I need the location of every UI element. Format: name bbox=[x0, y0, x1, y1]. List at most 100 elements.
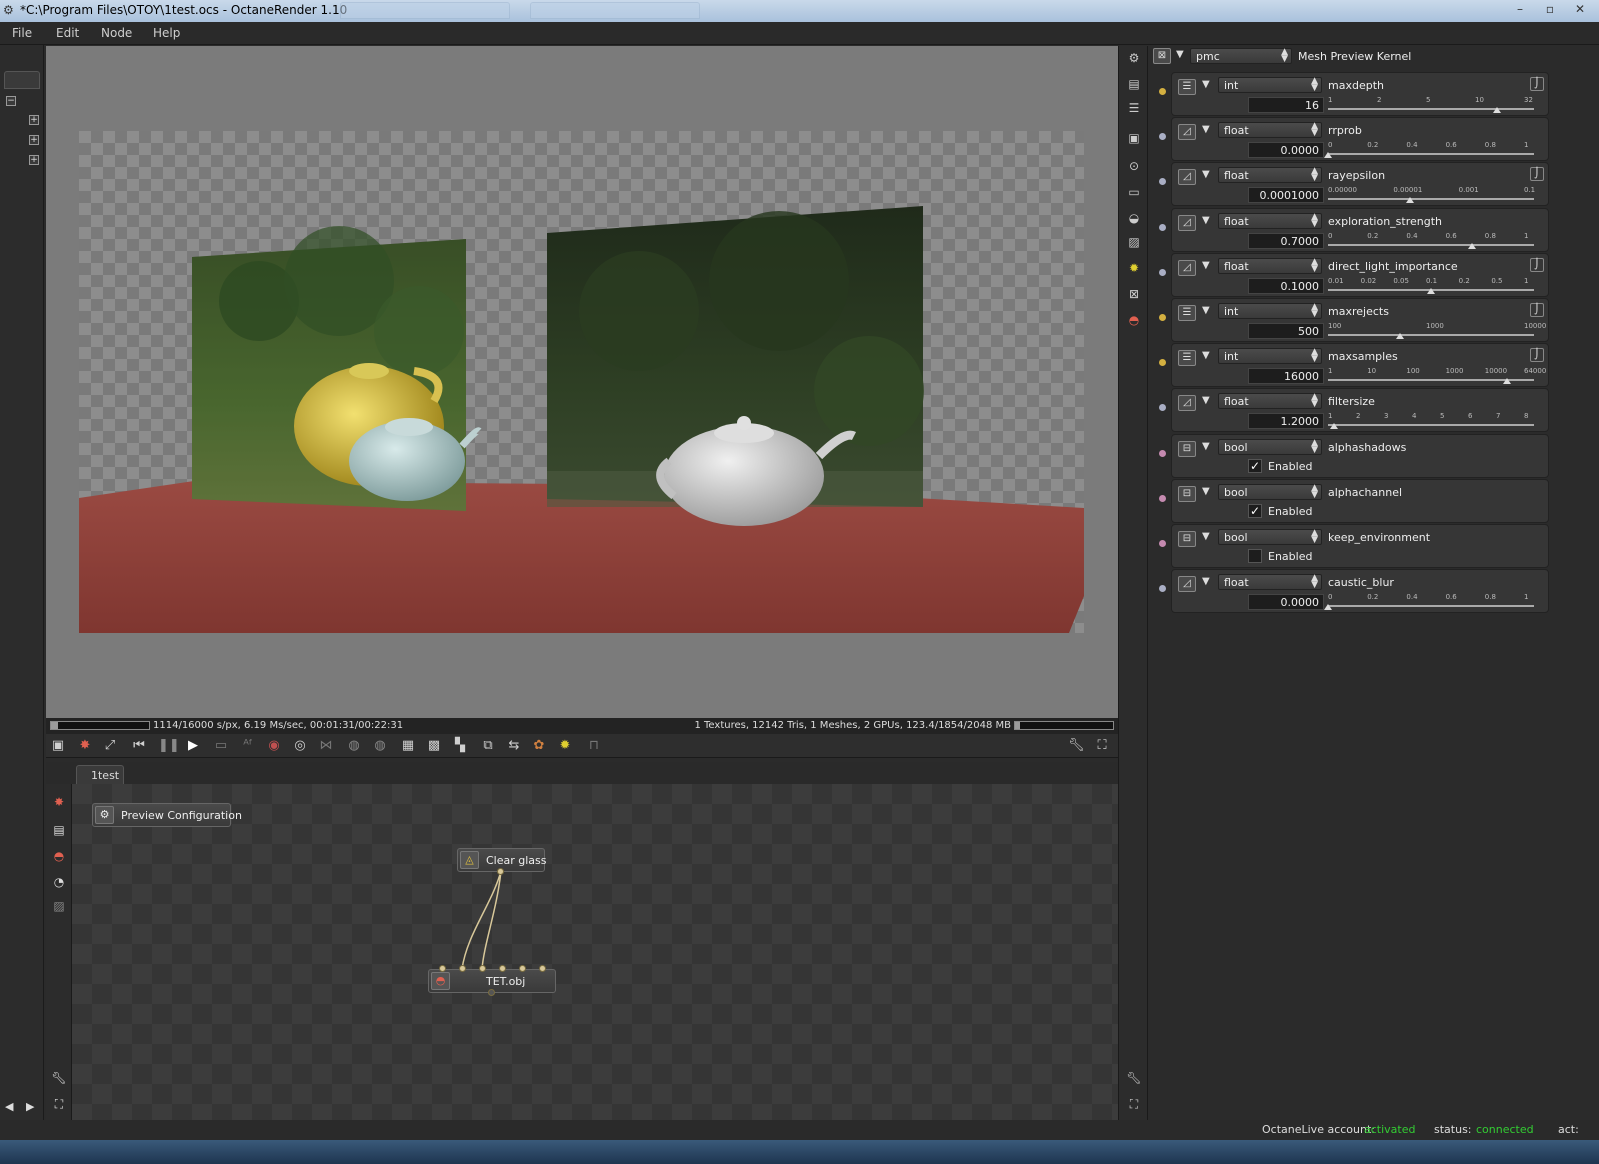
caustic_blur-slider[interactable]: 0 0.2 0.4 0.6 0.8 1 bbox=[1324, 593, 1534, 611]
rrprob-slider[interactable]: 0 0.2 0.4 0.6 0.8 1 bbox=[1324, 141, 1534, 159]
maxsamples-slider[interactable]: 1 10 100 1000 10000 64000 bbox=[1328, 367, 1546, 385]
render-viewport[interactable] bbox=[46, 46, 1118, 718]
fullscreen-icon[interactable]: ⛶ bbox=[1094, 738, 1110, 754]
play-icon[interactable]: ▶ bbox=[185, 738, 201, 754]
collapse-triangle-icon[interactable]: ▼ bbox=[1202, 169, 1210, 180]
output-pin[interactable] bbox=[497, 868, 504, 875]
render-target-icon[interactable]: ▤ bbox=[1126, 76, 1142, 92]
collapse-triangle-icon[interactable]: ▼ bbox=[1202, 576, 1210, 587]
type-select[interactable]: float ▲ ▼ bbox=[1218, 257, 1322, 274]
connection-dot[interactable] bbox=[1159, 88, 1166, 95]
pick-icon[interactable]: ⋈ bbox=[318, 738, 334, 754]
log-scale-icon[interactable]: ⌡ bbox=[1530, 77, 1544, 91]
collapse-triangle-icon[interactable]: ▼ bbox=[1202, 260, 1210, 271]
sun-icon[interactable]: ✹ bbox=[557, 738, 573, 754]
outliner-tab[interactable] bbox=[4, 71, 40, 89]
minimize-button[interactable]: – bbox=[1507, 1, 1533, 19]
rrprob-value-field[interactable]: 0.0000 bbox=[1248, 142, 1324, 159]
input-pin[interactable] bbox=[459, 965, 466, 972]
type-select[interactable]: bool ▲ ▼ bbox=[1218, 529, 1322, 545]
sun-icon[interactable]: ✹ bbox=[1126, 260, 1142, 276]
connection-dot[interactable] bbox=[1159, 404, 1166, 412]
collapse-triangle-icon[interactable]: ▼ bbox=[1202, 395, 1210, 406]
type-select[interactable]: float ▲ ▼ bbox=[1218, 393, 1322, 410]
slider-thumb[interactable] bbox=[1427, 287, 1435, 294]
log-scale-icon[interactable]: ⌡ bbox=[1530, 303, 1544, 317]
maxrejects-value-field[interactable]: 500 bbox=[1248, 323, 1324, 339]
slider-thumb[interactable] bbox=[1324, 604, 1332, 611]
exploration_strength-value-field[interactable]: 0.7000 bbox=[1248, 232, 1324, 249]
region-icon[interactable]: ▭ bbox=[213, 738, 229, 754]
wrench-icon[interactable]: 🔧︎ bbox=[1068, 738, 1085, 754]
type-select[interactable]: int ▲ ▼ bbox=[1218, 77, 1322, 93]
pause-icon[interactable]: ❚❚ bbox=[158, 738, 180, 754]
camera-target-icon[interactable]: ◎ bbox=[292, 738, 308, 754]
slider-thumb[interactable] bbox=[1492, 107, 1501, 113]
slider-thumb[interactable] bbox=[1468, 242, 1477, 249]
render-priority-icon[interactable]: ▦ bbox=[400, 738, 416, 754]
type-select[interactable]: bool ▲ ▼ bbox=[1218, 483, 1322, 500]
connection-dot[interactable] bbox=[1159, 449, 1166, 457]
material-icon[interactable]: ✿ bbox=[531, 738, 547, 754]
connection-dot[interactable] bbox=[1159, 359, 1166, 367]
maxrejects-slider[interactable]: 100 1000 10000 bbox=[1328, 322, 1546, 340]
input-pin[interactable] bbox=[439, 965, 446, 972]
close-button[interactable]: ✕ bbox=[1567, 1, 1593, 19]
input-pin[interactable] bbox=[539, 965, 546, 972]
collapse-triangle-icon[interactable]: ▼ bbox=[1202, 486, 1210, 497]
wrench-icon[interactable]: 🔧︎ bbox=[1126, 1070, 1142, 1086]
viewport-resolution-icon[interactable]: ▚ bbox=[452, 738, 468, 754]
lock-resolution-icon[interactable]: ◍ bbox=[346, 738, 362, 754]
film-settings-icon[interactable]: ☰ bbox=[1126, 100, 1142, 116]
copy-icon[interactable]: ⧉ bbox=[480, 738, 496, 754]
maxsamples-value-field[interactable]: 16000 bbox=[1248, 368, 1324, 385]
restart-icon[interactable]: ⏮ bbox=[131, 738, 147, 754]
input-pin[interactable] bbox=[479, 965, 486, 972]
node-graph-canvas[interactable]: ⚙ Preview Configuration ◬ Clear glass ◓ … bbox=[72, 784, 1118, 1120]
preview-configuration-node[interactable]: ⚙ Preview Configuration bbox=[92, 803, 242, 827]
camera-icon[interactable]: ◔ bbox=[51, 874, 67, 890]
kernel-icon[interactable]: ⚙ bbox=[1126, 50, 1142, 66]
connection-dot[interactable] bbox=[1159, 585, 1166, 593]
fullscreen-icon[interactable]: ⛶ bbox=[1126, 1096, 1142, 1112]
fullscreen-icon[interactable]: ⛶ bbox=[51, 1096, 67, 1112]
input-pin[interactable] bbox=[519, 965, 526, 972]
menu-help[interactable]: Help bbox=[153, 26, 180, 40]
stop-render-icon[interactable]: ✸ bbox=[77, 738, 93, 754]
recenter-icon[interactable]: ⤢ bbox=[102, 738, 118, 754]
type-select[interactable]: float ▲ ▼ bbox=[1218, 122, 1322, 139]
type-select[interactable]: float ▲ ▼ bbox=[1218, 574, 1322, 591]
collapse-triangle-icon[interactable]: ▼ bbox=[1202, 305, 1210, 316]
connection-dot[interactable] bbox=[1159, 494, 1166, 502]
caustic_blur-value-field[interactable]: 0.0000 bbox=[1248, 594, 1324, 611]
alphashadows-checkbox[interactable]: ✓ bbox=[1248, 458, 1262, 473]
connection-dot[interactable] bbox=[1159, 133, 1166, 141]
material-picker-icon[interactable]: ◉ bbox=[266, 738, 282, 754]
image-icon[interactable]: ▨ bbox=[1126, 234, 1142, 250]
filtersize-slider[interactable]: 1 2 3 4 5 6 7 8 bbox=[1328, 412, 1534, 430]
collapse-triangle-icon[interactable]: ▼ bbox=[1202, 124, 1210, 135]
mesh-icon[interactable]: ◓ bbox=[1126, 312, 1142, 328]
input-pin[interactable] bbox=[499, 965, 506, 972]
expand-button[interactable]: + bbox=[29, 135, 39, 145]
log-scale-icon[interactable]: ⌡ bbox=[1530, 167, 1544, 182]
connection-dot[interactable] bbox=[1159, 540, 1166, 547]
type-select[interactable]: float ▲ ▼ bbox=[1218, 212, 1322, 229]
slider-thumb[interactable] bbox=[1330, 423, 1339, 430]
kernel-select[interactable]: pmc ▲ ▼ bbox=[1190, 48, 1292, 64]
type-select[interactable]: int ▲ ▼ bbox=[1218, 303, 1322, 319]
maxdepth-slider[interactable]: 1 2 5 10 32 bbox=[1328, 96, 1534, 114]
rayepsilon-value-field[interactable]: 0.0001000 bbox=[1248, 187, 1324, 204]
environment-icon[interactable]: ▣ bbox=[1126, 130, 1142, 146]
alphachannel-checkbox[interactable]: ✓ bbox=[1248, 503, 1262, 518]
connection-dot[interactable] bbox=[1159, 223, 1166, 231]
collapse-triangle-icon[interactable]: ▼ bbox=[1176, 49, 1184, 60]
exploration_strength-slider[interactable]: 0 0.2 0.4 0.6 0.8 1 bbox=[1328, 232, 1534, 250]
connection-dot[interactable] bbox=[1159, 314, 1166, 321]
log-scale-icon[interactable]: ⌡ bbox=[1530, 348, 1544, 363]
lock-icon[interactable]: ⊓ bbox=[586, 738, 602, 754]
texture-icon[interactable]: ▨ bbox=[51, 898, 67, 914]
filtersize-value-field[interactable]: 1.2000 bbox=[1248, 413, 1324, 430]
environment-icon[interactable]: ▤ bbox=[51, 822, 67, 838]
menu-edit[interactable]: Edit bbox=[56, 26, 79, 40]
